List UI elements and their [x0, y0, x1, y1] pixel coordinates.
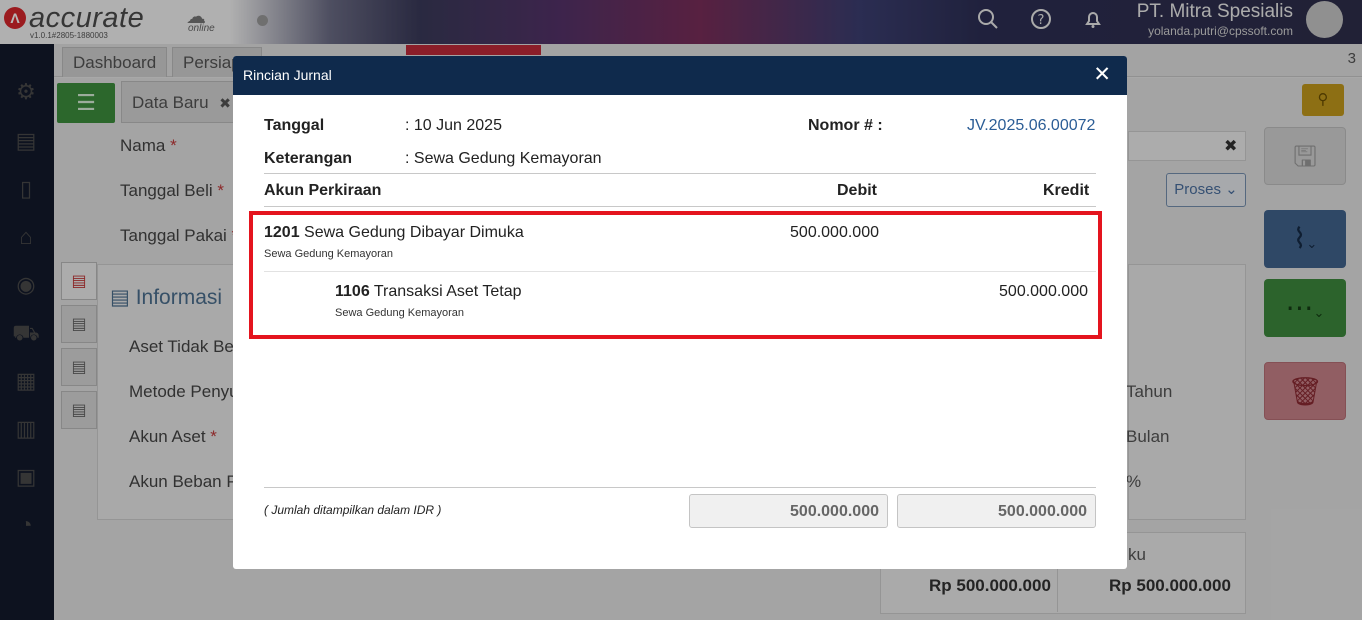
keterangan-value: : Sewa Gedung Kemayoran	[405, 150, 602, 167]
currency-note: ( Jumlah ditampilkan dalam IDR )	[264, 503, 442, 517]
close-icon[interactable]: ✕	[1093, 62, 1111, 87]
modal-title: Rincian Jurnal	[243, 67, 332, 83]
col-debit-header: Debit	[837, 182, 877, 199]
divider	[264, 487, 1096, 488]
divider	[264, 206, 1096, 207]
total-kredit: 500.000.000	[897, 494, 1096, 528]
tanggal-label: Tanggal	[264, 117, 325, 134]
rincian-jurnal-modal: Rincian Jurnal ✕ Tanggal : 10 Jun 2025 N…	[233, 56, 1127, 569]
highlight-box	[249, 211, 1102, 339]
nomor-label: Nomor # :	[808, 117, 883, 134]
total-debit: 500.000.000	[689, 494, 888, 528]
divider	[264, 173, 1096, 174]
nomor-value[interactable]: JV.2025.06.00072	[967, 117, 1095, 135]
col-kredit-header: Kredit	[1043, 182, 1090, 199]
tanggal-value: : 10 Jun 2025	[405, 117, 502, 134]
col-akun-header: Akun Perkiraan	[264, 182, 382, 199]
modal-header: Rincian Jurnal ✕	[233, 56, 1127, 95]
keterangan-label: Keterangan	[264, 150, 353, 167]
